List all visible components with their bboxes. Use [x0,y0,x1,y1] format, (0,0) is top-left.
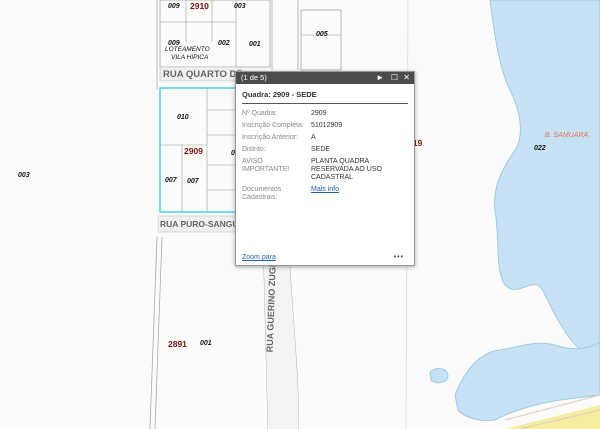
quadra-label: 2910 [190,1,209,11]
attribute-label: Inscrição Completa: [242,122,304,129]
attribute-value: SEDE [311,146,331,153]
attribute-value: Mais info [311,186,403,202]
lake-water-south [454,341,600,421]
attribute-row: Inscrição Completa: 51012909 [242,122,408,130]
attribute-value: PLANTA QUADRA RESERVADA AO USO CADASTRAL [311,158,382,181]
lot-label: 001 [200,340,212,347]
attribute-row: Documentos Cadastrais: Mais info [242,186,408,202]
close-icon[interactable]: ✕ [403,72,410,84]
popup-footer: Zoom para ••• [242,254,408,261]
maximize-icon[interactable]: ☐ [391,72,398,84]
lot-label: 009 [168,3,180,10]
next-feature-icon[interactable]: ► [376,72,384,84]
lake-islet [429,368,449,384]
attribute-label: Nº Quadra: [242,110,277,117]
attribute-label: AVISO IMPORTANTE! [242,158,290,173]
popup-header: (1 de 5) ► ☐ ✕ [236,72,414,84]
loteamento-label: LOTEAMENTO [165,46,210,53]
lot-label: 007 [187,178,199,185]
attribute-row: AVISO IMPORTANTE! PLANTA QUADRA RESERVAD… [242,158,408,182]
lot-label: 007 [165,177,177,184]
more-options-icon[interactable]: ••• [394,254,404,261]
attribute-value: A [311,134,316,141]
lot-label: 002 [218,40,230,47]
quadra-label: 2891 [168,339,187,349]
quadra-label: 2909 [184,146,203,156]
lot-label: 022 [534,145,546,152]
attribute-label: Inscrição Anterior: [242,134,299,141]
popup-title: Quadra: 2909 - SEDE [242,90,408,104]
attribute-value: 2909 [311,110,327,117]
attribute-table: Nº Quadra: 2909 Inscrição Completa: 5101… [242,110,408,202]
zoom-to-link[interactable]: Zoom para [242,254,276,261]
lot-label: 005 [316,31,328,38]
mais-info-link[interactable]: Mais info [311,186,339,193]
lake-label: B. SAMUARA [545,132,589,139]
attribute-label: Documentos Cadastrais: [242,186,282,201]
attribute-row: Nº Quadra: 2909 [242,110,408,118]
lake-water [489,0,600,361]
loteamento-label: VILA HIPICA [171,54,209,61]
street-label-quarto: RUA QUARTO DE [163,69,243,80]
attribute-label: Distrito: [242,146,266,153]
popup-counter: (1 de 5) [241,73,267,82]
lot-label: 003 [18,172,30,179]
identify-popup: (1 de 5) ► ☐ ✕ Quadra: 2909 - SEDE Nº Qu… [235,71,415,266]
street-label-puro-sangue: RUA PURO-SANGUE [160,219,245,229]
lot-label: 010 [177,114,189,121]
attribute-row: Inscrição Anterior: A [242,134,408,142]
attribute-value: 51012909 [311,122,343,129]
attribute-row: Distrito: SEDE [242,146,408,154]
lot-label: 001 [249,41,261,48]
lot-label: 003 [234,3,246,10]
